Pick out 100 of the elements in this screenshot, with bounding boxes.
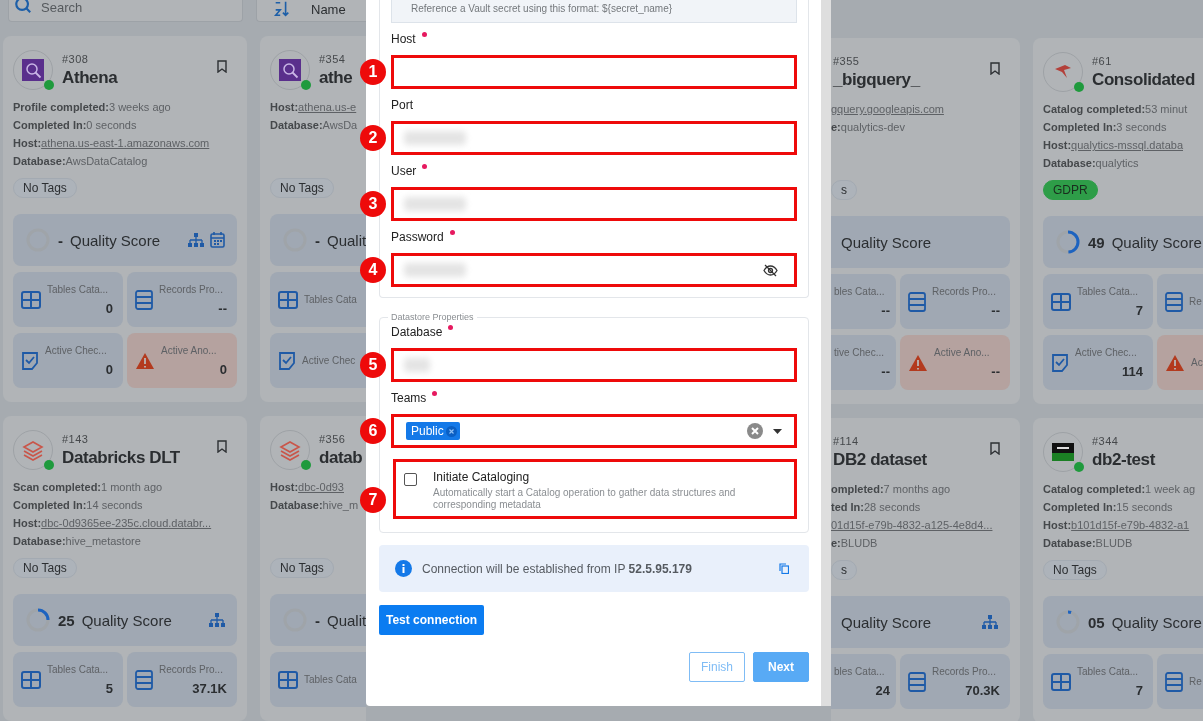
hierarchy-icon[interactable] xyxy=(188,232,204,248)
stat-label: Active Chec... xyxy=(1075,346,1137,358)
bookmark-icon[interactable] xyxy=(990,441,1000,455)
search-field[interactable]: Search xyxy=(8,0,243,22)
info-line: Completed In:15 seconds xyxy=(1043,500,1173,515)
stat-value: 114 xyxy=(1121,363,1143,379)
datastore-name: DB2 dataset xyxy=(833,449,928,470)
info-line: Database:AwsDa xyxy=(270,118,358,133)
datastore-id: #355 xyxy=(833,54,861,67)
sort-icon xyxy=(273,0,291,18)
datastore-id: #344 xyxy=(1092,434,1120,447)
info-line: Host:dbc-0d93 xyxy=(270,480,344,495)
tag-pill: s xyxy=(831,180,857,200)
host-link[interactable]: qualytics-mssql.databa xyxy=(1071,139,1183,151)
datastore-card[interactable]: #354 athe Host:athena.us-e Database:AwsDa No Tags - Qualit Tables Cata Active Chec xyxy=(260,36,366,402)
step-marker: 3 xyxy=(360,191,386,217)
info-line: Completed In:3 seconds xyxy=(1043,120,1167,135)
calendar-icon[interactable] xyxy=(210,232,225,248)
datastore-card[interactable]: #61 Consolidated Catalog completed:53 minut Completed In:3 seconds Host:qualytics-mssql.databa Database:qualytics GDPR 49 Quality Score Tables Cata... 7 Re Active Chec... 114 Ac xyxy=(1033,38,1203,404)
table-icon xyxy=(1051,292,1071,311)
input-field[interactable] xyxy=(391,55,797,89)
quality-label: Quality Score xyxy=(1111,233,1202,251)
datastore-card[interactable]: #143 Databricks DLT Scan completed:1 month ago Completed In:14 seconds Host:dbc-0d9365ee-235c.cloud.databr... Database:hive_metastore No Tags 25 Quality Score Tables Cata... 5 Records Pro... 37.1K xyxy=(3,416,247,721)
info-line: Host:b101d15f-e79b-4832-a1 xyxy=(1043,518,1190,533)
datastore-id: #143 xyxy=(62,432,90,445)
datastore-card[interactable]: #355 _bigquery_ gquery.googleapis.com e:qualytics-dev s Quality Score bles Cata... -- Records Pro... -- tive Chec... -- Active Ano... -- xyxy=(831,38,1020,404)
host-link[interactable]: athena.us-e xyxy=(298,101,357,113)
datastore-card[interactable] xyxy=(3,36,247,402)
quality-label: Quality Score xyxy=(841,233,932,251)
datastore-card[interactable]: #356 datab Host:dbc-0d93 Database:hive_m No Tags - Qualit Tables Cata xyxy=(260,416,366,721)
datastore-name: athe xyxy=(319,67,354,88)
eye-slash-icon[interactable] xyxy=(763,263,778,277)
datastore-id: #61 xyxy=(1092,54,1113,67)
stat-label: Tables Cata... xyxy=(1077,285,1139,297)
stat-label: Records Pro... xyxy=(159,283,223,295)
required-dot xyxy=(422,164,428,169)
quality-label: Quality Score xyxy=(1111,613,1202,631)
datastore-id: #308 xyxy=(62,52,90,65)
info-line: Catalog completed:1 week ag xyxy=(1043,482,1196,497)
caret-icon[interactable] xyxy=(773,428,782,434)
stat-label: bles Cata... xyxy=(834,665,885,677)
team-chip[interactable]: Public xyxy=(406,422,460,440)
bookmark-icon[interactable] xyxy=(217,59,227,73)
field-label: Database xyxy=(391,324,454,340)
stat-value: -- xyxy=(880,302,890,318)
warning-icon xyxy=(135,351,155,370)
list-icon xyxy=(1165,291,1183,312)
input-field[interactable] xyxy=(391,348,797,382)
quality-label: Quality Score xyxy=(841,613,932,631)
hierarchy-icon[interactable] xyxy=(982,614,998,630)
check-note-icon xyxy=(278,351,296,370)
teams-select[interactable]: Public xyxy=(391,414,797,448)
stat-label: Re xyxy=(1189,296,1202,307)
tag-pill: No Tags xyxy=(13,178,77,198)
scrollbar[interactable] xyxy=(821,0,831,706)
stat-label: Tables Cata xyxy=(304,674,357,685)
stat-label: Active Ano... xyxy=(161,344,217,356)
stat-value: 7 xyxy=(1134,302,1143,318)
sort-dropdown[interactable]: Name xyxy=(256,0,366,22)
input-field[interactable] xyxy=(391,121,797,155)
host-link[interactable]: 01d15f-e79b-4832-a125-4e8d4... xyxy=(831,516,993,534)
quality-score: 05 xyxy=(1088,613,1105,631)
hierarchy-icon[interactable] xyxy=(209,612,225,628)
info-line: Host:athena.us-e xyxy=(270,100,357,115)
datastore-card[interactable]: #114 DB2 dataset ompleted:7 months ago ted In:28 seconds 01d15f-e79b-4832-a125-4e8d4... e:BLUDB s Quality Score bles Cata... 24 Records Pro... 70.3K xyxy=(831,418,1020,721)
host-link[interactable]: dbc-0d9365ee-235c.cloud.databr... xyxy=(41,517,212,529)
input-field[interactable] xyxy=(391,187,797,221)
input-field[interactable] xyxy=(391,253,797,287)
warning-icon xyxy=(908,353,928,372)
table-icon xyxy=(21,290,41,309)
stat-label: Tables Cata... xyxy=(47,663,109,675)
host-link[interactable]: b101d15f-e79b-4832-a1 xyxy=(1071,519,1190,531)
list-icon xyxy=(1165,671,1183,692)
host-link[interactable]: athena.us-east-1.amazonaws.com xyxy=(41,137,210,149)
server-icon xyxy=(1052,441,1074,463)
bookmark-icon[interactable] xyxy=(990,61,1000,75)
info-line: ompleted:7 months ago xyxy=(831,482,951,497)
field-label: User xyxy=(391,163,428,179)
copy-icon[interactable] xyxy=(779,563,789,574)
clear-icon[interactable] xyxy=(747,423,763,439)
info-line: ted In:28 seconds xyxy=(831,500,921,515)
host-link[interactable]: gquery.googleapis.com xyxy=(831,100,944,118)
step-marker: 5 xyxy=(360,352,386,378)
blurred-value xyxy=(404,131,466,145)
datastore-card[interactable]: #344 db2-test Catalog completed:1 week ag Completed In:15 seconds Host:b101d15f-e79b-4832-a1 Database:BLUDB No Tags 05 Quality Score Tables Cata... 7 Re xyxy=(1033,418,1203,721)
checkbox[interactable] xyxy=(404,473,417,486)
host-link[interactable]: dbc-0d93 xyxy=(298,481,344,493)
check-note-icon xyxy=(21,351,39,370)
stat-value: 37.1K xyxy=(191,680,227,696)
tag-pill: s xyxy=(831,560,857,580)
test-connection-button[interactable]: Test connection xyxy=(379,605,485,635)
tag-pill: No Tags xyxy=(1043,560,1107,580)
section-legend: Datastore Properties xyxy=(388,312,477,322)
info-line: Scan completed:1 month ago xyxy=(13,480,163,495)
remove-icon[interactable] xyxy=(445,425,457,437)
quality-score: 25 xyxy=(58,611,75,629)
bookmark-icon[interactable] xyxy=(217,439,227,453)
vault-hint: Reference a Vault secret using this format: ${secret_name} xyxy=(391,0,797,23)
tag-pill: GDPR xyxy=(1043,180,1098,200)
required-dot xyxy=(449,230,455,235)
